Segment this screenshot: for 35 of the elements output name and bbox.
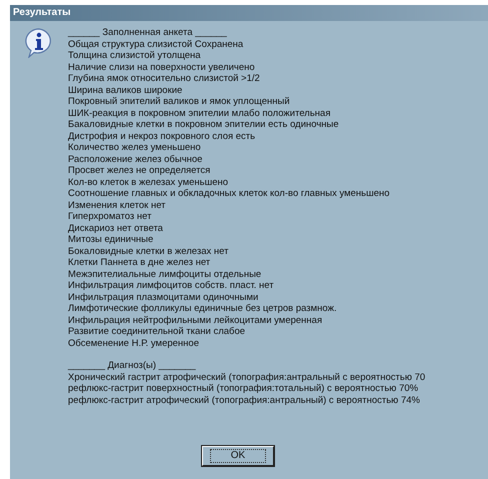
window-title: Результаты bbox=[13, 8, 71, 18]
finding-line: Кол-во клеток в железах уменьшено bbox=[68, 176, 230, 188]
finding-line: Ширина валиков широкие bbox=[68, 84, 184, 96]
finding-line: Толщина слизистой утолщена bbox=[68, 50, 202, 62]
questionnaire-heading: ______ Заполненная анкета ______ bbox=[68, 27, 228, 38]
finding-line: Инфильтрация лимфоцитов собств. пласт. нет bbox=[68, 280, 275, 292]
finding-line: Расположение желез обычное bbox=[68, 154, 204, 165]
finding-line: Дистрофия и некроз покровного слоя есть bbox=[68, 130, 256, 142]
finding-line: Бакаловидные клетки в покровном эпителии есть одиночные bbox=[68, 119, 340, 130]
finding-line: Изменения клеток нет bbox=[68, 200, 167, 211]
finding-line: Количество желез уменьшено bbox=[68, 142, 202, 154]
diagnoses-heading: _______ Диагноз(ы) _______ bbox=[68, 360, 197, 372]
finding-line: Соотношение главных и обкладочных клеток кол-во главных уменьшено bbox=[68, 188, 391, 200]
finding-line: Развитие соединительной ткани слабое bbox=[68, 326, 246, 338]
finding-line: Наличие слизи на поверхности увеличено bbox=[68, 62, 256, 73]
finding-line: Обсеменение Н.Р. умеренное bbox=[68, 338, 200, 349]
info-icon bbox=[25, 28, 53, 58]
finding-line: Покровный эпителий валиков и ямок уплощенный bbox=[68, 96, 291, 108]
finding-line: Инфильтрация плазмоцитами одиночными bbox=[68, 292, 260, 303]
finding-line: Просвет желез не определяется bbox=[68, 165, 212, 176]
finding-line: Инфильрация нейтрофильными лейкоцитами умеренная bbox=[68, 314, 324, 326]
finding-line: Гиперхроматоз нет bbox=[68, 211, 152, 222]
ok-button[interactable]: OK bbox=[202, 446, 274, 466]
finding-line: Бокаловидные клетки в железах нет bbox=[68, 246, 230, 257]
finding-line: Общая структура слизистой Сохранена bbox=[68, 38, 244, 50]
diagnosis-line: рефлюкс-гастрит поверхностный (топография:тотальный) с вероятностью 70% bbox=[68, 383, 420, 394]
finding-line: Клетки Паннета в дне желез нет bbox=[68, 257, 212, 268]
finding-line: Межэпителиальные лимфоциты отдельные bbox=[68, 268, 262, 280]
finding-line: Лимфотические фолликулы единичные без цетров размнож. bbox=[68, 303, 338, 314]
finding-line: Глубина ямок относительно слизистой >1/2 bbox=[68, 73, 261, 84]
diagnosis-line: Хронический гастрит атрофический (топография:антральный с вероятностью 70 bbox=[68, 372, 426, 383]
finding-line: Митозы единичные bbox=[68, 234, 154, 246]
finding-line: ШИК-реакция в покровном эпителии млабо положительная bbox=[68, 108, 332, 119]
finding-line: Дискариоз нет ответа bbox=[68, 222, 164, 234]
diagnosis-line: рефлюкс-гастрит атрофический (топография:антральный) с вероятностью 74% bbox=[68, 394, 421, 406]
